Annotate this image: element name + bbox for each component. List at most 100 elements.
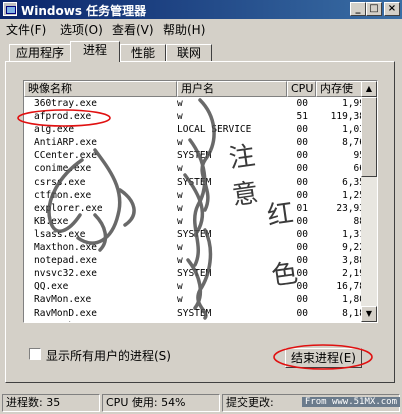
- maximize-button[interactable]: □: [366, 2, 382, 16]
- window-title: Windows 任务管理器: [21, 4, 147, 18]
- process-name: alg.exe: [34, 124, 75, 136]
- process-cpu: 00: [296, 307, 308, 319]
- process-list[interactable]: 映像名称 用户名 CPU 内存使 360tray.exe w 00 1,99 afpro…: [23, 80, 378, 323]
- process-cpu: 00: [296, 163, 308, 175]
- process-memory: 1,80: [342, 294, 365, 306]
- menu-file[interactable]: 文件(F): [6, 21, 46, 38]
- process-name: csrss.exe: [34, 176, 86, 188]
- process-user: SYSTEM: [177, 228, 212, 240]
- process-cpu: 00: [296, 242, 308, 254]
- process-name: RavMonD.exe: [34, 307, 97, 319]
- process-user: w: [177, 255, 183, 267]
- table-row[interactable]: AntiARP.exe w 00 8,76: [24, 136, 365, 149]
- process-name: Maxthon.exe: [34, 242, 97, 254]
- process-memory: 1,99: [342, 98, 365, 109]
- tab-applications[interactable]: 应用程序: [9, 44, 71, 62]
- process-name: RavStub.exe: [34, 320, 184, 322]
- end-process-button[interactable]: 结束进程(E): [285, 348, 362, 368]
- menu-bar: 文件(F) 选项(O) 查看(V) 帮助(H): [0, 19, 402, 37]
- process-memory: 2,19: [342, 268, 365, 280]
- process-name: nvsvc32.exe: [34, 268, 97, 280]
- vertical-scrollbar[interactable]: ▲ ▼: [361, 81, 377, 322]
- process-memory: 95: [353, 150, 365, 162]
- menu-options[interactable]: 选项(O): [60, 21, 103, 38]
- process-user: w: [177, 202, 183, 214]
- tab-processes[interactable]: 进程: [70, 41, 120, 62]
- process-cpu: 00: [296, 268, 308, 280]
- scroll-down-icon[interactable]: ▼: [361, 306, 377, 322]
- column-cpu[interactable]: CPU: [287, 81, 316, 97]
- table-row[interactable]: QQ.exe w 00 16,78: [24, 280, 365, 293]
- process-name: conime.exe: [34, 163, 92, 175]
- table-row[interactable]: notepad.exe w 00 3,88: [24, 254, 365, 267]
- process-name: explorer.exe: [34, 202, 103, 214]
- menu-help[interactable]: 帮助(H): [163, 21, 205, 38]
- process-user: w: [177, 294, 183, 306]
- process-cpu: 00: [296, 281, 308, 293]
- process-name: lsass.exe: [34, 228, 86, 240]
- table-row[interactable]: RavMon.exe w 00 1,80: [24, 293, 365, 306]
- process-rows: 360tray.exe w 00 1,99 afprod.exe w 51 119,38 alg…: [24, 97, 365, 322]
- show-all-users-label: 显示所有用户的进程(S): [46, 349, 171, 363]
- process-memory: 6,18: [320, 320, 365, 322]
- process-name: ctfmon.exe: [34, 189, 92, 201]
- table-row[interactable]: conime.exe w 00 66: [24, 162, 365, 175]
- process-memory: 16,78: [336, 281, 365, 293]
- process-user: w: [177, 137, 183, 149]
- table-row[interactable]: RavStub.exeSYSTEM 00 6,18: [24, 320, 365, 322]
- table-row[interactable]: RavMonD.exe SYSTEM 00 8,18: [24, 307, 365, 320]
- process-user: SYSTEM: [177, 150, 212, 162]
- table-row[interactable]: 360tray.exe w 00 1,99: [24, 97, 365, 110]
- process-memory: 8,76: [342, 137, 365, 149]
- process-memory: 1,31: [342, 228, 365, 240]
- process-user: w: [177, 242, 183, 254]
- table-row[interactable]: csrss.exe SYSTEM 00 6,35: [24, 176, 365, 189]
- column-user-name[interactable]: 用户名: [177, 81, 287, 97]
- process-name: afprod.exe: [34, 111, 92, 123]
- table-row[interactable]: alg.exe LOCAL SERVICE 00 1,03: [24, 123, 365, 136]
- table-row[interactable]: explorer.exe w 01 23,93: [24, 202, 365, 215]
- scroll-up-icon[interactable]: ▲: [361, 81, 377, 97]
- process-cpu: 00: [292, 320, 308, 322]
- table-row[interactable]: Maxthon.exe w 00 9,22: [24, 241, 365, 254]
- process-cpu: 01: [296, 202, 308, 214]
- title-bar: Windows 任务管理器 _ □ ×: [0, 0, 402, 19]
- close-button[interactable]: ×: [384, 2, 400, 16]
- process-memory: 88: [353, 215, 365, 227]
- tab-networking[interactable]: 联网: [166, 44, 212, 62]
- table-row[interactable]: ctfmon.exe w 00 1,25: [24, 189, 365, 202]
- process-user: w: [177, 98, 183, 109]
- process-user: w: [177, 189, 183, 201]
- process-user: w: [177, 281, 183, 293]
- tab-performance[interactable]: 性能: [120, 44, 166, 62]
- status-process-count: 进程数: 35: [2, 394, 100, 412]
- show-all-users-checkbox[interactable]: [29, 348, 41, 360]
- process-user: SYSTEM: [177, 176, 212, 188]
- process-memory: 8,18: [342, 307, 365, 319]
- watermark: From www.51MX.com: [301, 397, 400, 407]
- menu-view[interactable]: 查看(V): [112, 21, 154, 38]
- process-cpu: 00: [296, 294, 308, 306]
- process-memory: 66: [353, 163, 365, 175]
- status-cpu-usage: CPU 使用: 54%: [102, 394, 220, 412]
- process-user: w: [177, 111, 183, 123]
- column-image-name[interactable]: 映像名称: [24, 81, 177, 97]
- process-name: KB.exe: [34, 215, 69, 227]
- table-row[interactable]: KB.exe w 00 88: [24, 215, 365, 228]
- scroll-thumb[interactable]: [361, 97, 377, 177]
- table-row[interactable]: nvsvc32.exe SYSTEM 00 2,19: [24, 267, 365, 280]
- status-bar: 进程数: 35 CPU 使用: 54% 提交更改: From www.51MX.…: [0, 392, 402, 414]
- table-row[interactable]: CCenter.exe SYSTEM 00 95: [24, 149, 365, 162]
- process-cpu: 51: [296, 111, 308, 123]
- process-user: w: [177, 215, 183, 227]
- process-user: SYSTEM: [177, 307, 212, 319]
- process-memory: 3,88: [342, 255, 365, 267]
- process-memory: 9,22: [342, 242, 365, 254]
- process-memory: 119,38: [330, 111, 365, 123]
- table-row[interactable]: lsass.exe SYSTEM 00 1,31: [24, 228, 365, 241]
- process-name: notepad.exe: [34, 255, 97, 267]
- table-row[interactable]: afprod.exe w 51 119,38: [24, 110, 365, 123]
- task-manager-icon: [3, 2, 17, 16]
- process-cpu: 00: [296, 255, 308, 267]
- minimize-button[interactable]: _: [350, 2, 366, 16]
